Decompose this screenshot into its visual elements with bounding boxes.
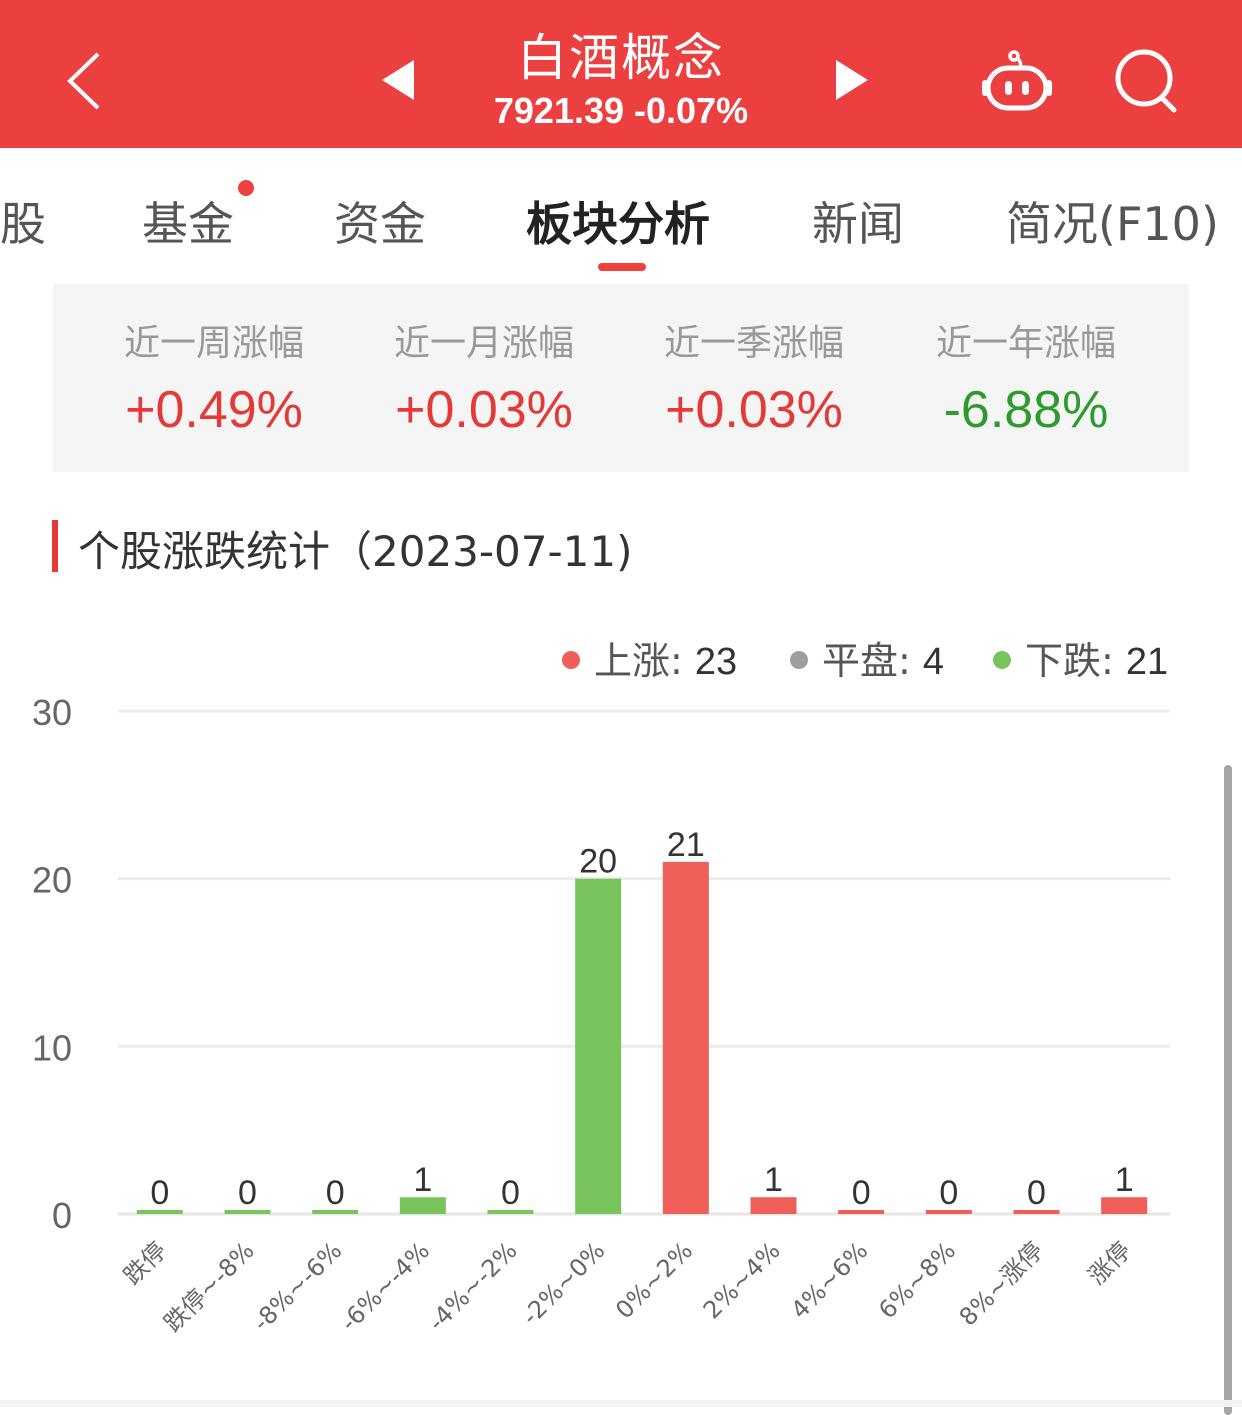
- search-icon: [1115, 49, 1177, 113]
- legend-count: 23: [694, 641, 738, 683]
- bar-value-label: 0: [1027, 1174, 1046, 1212]
- bar-value-label: 0: [501, 1174, 520, 1212]
- x-tick-label: 8%~涨停: [954, 1236, 1049, 1331]
- legend-up: 上涨: 23: [562, 630, 737, 685]
- section-accent-bar: [52, 520, 58, 572]
- perf-label: 近一年涨幅: [935, 323, 1116, 364]
- distribution-bar-chart: 01020300跌停0跌停~-8%0-8%~-6%1-6%~-4%0-4%~-2…: [32, 692, 1170, 1337]
- active-tab-indicator: [598, 263, 646, 271]
- assistant-button[interactable]: [980, 48, 1054, 114]
- perf-label: 近一周涨幅: [123, 323, 304, 364]
- legend-count: 21: [1125, 641, 1169, 683]
- x-tick-label: -6%~-4%: [335, 1236, 435, 1336]
- tab-profile-f10[interactable]: 简况(F10): [1006, 188, 1219, 254]
- bar: [1101, 1197, 1148, 1214]
- vertical-scrollbar[interactable]: [1224, 765, 1232, 1415]
- bar-value-label: 1: [764, 1161, 783, 1199]
- sector-index-quote: 7921.39 -0.07%: [493, 90, 749, 131]
- x-tick-label: 涨停: [1083, 1236, 1137, 1290]
- section-title: 个股涨跌统计（2023-07-11): [78, 527, 633, 576]
- bar-value-label: 0: [852, 1174, 871, 1212]
- bar-value-label: 0: [150, 1174, 169, 1212]
- legend-label: 下跌:: [1025, 639, 1126, 683]
- triangle-right-icon: [836, 60, 868, 100]
- x-tick-label: 4%~6%: [786, 1236, 874, 1324]
- x-tick-label: -2%~0%: [516, 1236, 610, 1330]
- legend-dot-up: [562, 650, 580, 669]
- perf-value: +0.03%: [665, 381, 843, 439]
- tab-capital[interactable]: 资金: [334, 188, 426, 254]
- perf-value: -6.88%: [943, 381, 1109, 439]
- top-header: 白酒概念 7921.39 -0.07%: [0, 0, 1242, 148]
- bar: [399, 1197, 446, 1214]
- bar-value-label: 0: [238, 1174, 257, 1212]
- bar-value-label: 1: [413, 1161, 432, 1199]
- x-tick-label: 2%~4%: [698, 1236, 786, 1324]
- y-tick-label: 30: [32, 692, 72, 733]
- bottom-divider: [0, 1400, 1242, 1407]
- x-tick-label: 6%~8%: [873, 1236, 961, 1324]
- bar: [750, 1197, 797, 1214]
- y-tick-label: 20: [32, 860, 72, 901]
- y-tick-label: 0: [52, 1195, 72, 1236]
- x-tick-label: 跌停~-8%: [159, 1236, 260, 1337]
- legend-label: 平盘:: [822, 639, 923, 683]
- tab-sector-analysis[interactable]: 板块分析: [526, 188, 710, 254]
- perf-value: +0.03%: [395, 381, 573, 439]
- tab-bar: 股 基金 资金 板块分析 新闻 简况(F10): [0, 148, 1242, 278]
- x-tick-label: 0%~2%: [610, 1236, 698, 1324]
- legend-dot-down: [993, 650, 1011, 669]
- legend-down: 下跌: 21: [993, 630, 1168, 685]
- perf-label: 近一季涨幅: [663, 323, 844, 364]
- perf-label: 近一月涨幅: [393, 323, 574, 364]
- bar-value-label: 0: [326, 1174, 345, 1212]
- legend-flat: 平盘: 4: [790, 630, 944, 685]
- legend-count: 4: [922, 641, 945, 683]
- robot-assistant-icon: [982, 50, 1052, 111]
- next-sector-button[interactable]: [832, 58, 872, 102]
- tab-news[interactable]: 新闻: [812, 188, 904, 254]
- sector-title: 白酒概念: [517, 29, 725, 87]
- x-tick-label: 跌停: [118, 1236, 172, 1290]
- legend-dot-flat: [790, 650, 808, 669]
- bar: [662, 861, 709, 1214]
- performance-panel: 近一周涨幅 +0.49% 近一月涨幅 +0.03% 近一季涨幅 +0.03% 近…: [53, 284, 1189, 472]
- tab-funds-badge-dot: [238, 180, 254, 196]
- bar: [575, 878, 622, 1214]
- tab-stocks[interactable]: 股: [0, 188, 46, 254]
- x-tick-label: -4%~-2%: [423, 1236, 523, 1336]
- perf-value: +0.49%: [125, 381, 303, 439]
- legend-label: 上涨:: [594, 639, 695, 683]
- bar-value-label: 0: [939, 1174, 958, 1212]
- x-tick-label: -8%~-6%: [247, 1236, 347, 1336]
- tab-funds[interactable]: 基金: [142, 188, 234, 254]
- bar-value-label: 20: [579, 843, 617, 881]
- y-tick-label: 10: [32, 1027, 72, 1068]
- bar-value-label: 1: [1115, 1161, 1134, 1199]
- bar-value-label: 21: [667, 826, 705, 864]
- search-button[interactable]: [1114, 48, 1180, 114]
